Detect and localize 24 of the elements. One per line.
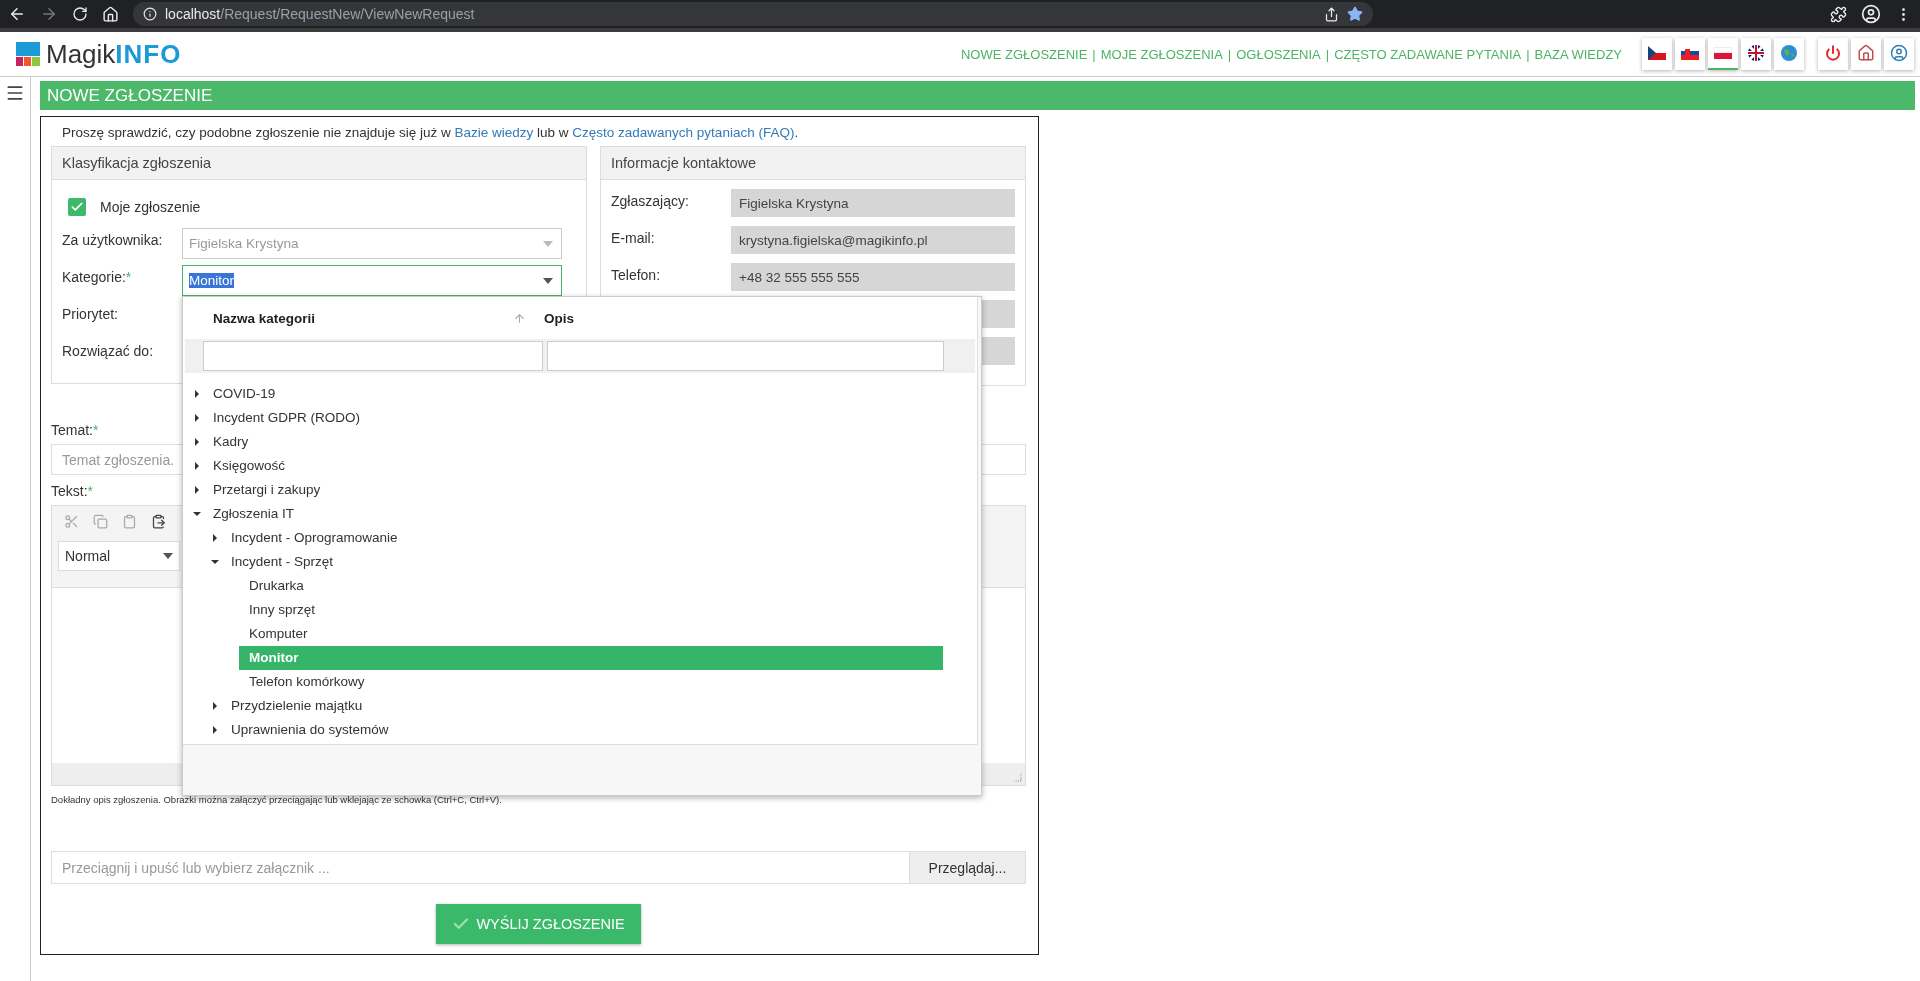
nav-separator: | xyxy=(1092,46,1096,62)
field-label: Telefon: xyxy=(611,266,662,283)
hint-text: Dokładny opis zgłoszenia. Obrazki można załączyć przeciągając lub wklejając ze schowka (Ctrl+C, Ctrl+V). xyxy=(51,794,503,805)
field-label: Zgłaszający: xyxy=(611,192,690,209)
field-label: Temat:* xyxy=(51,422,99,438)
checkbox-label: Moje zgłoszenie xyxy=(100,199,202,215)
notice-text: Proszę sprawdzić, czy podobne zgłoszenie nie znajduje się już w Bazie wiedzy lub w Często zadawanych pytaniach (FAQ). xyxy=(62,125,800,140)
panel-title: Informacje kontaktowe xyxy=(601,147,1025,180)
field-label: Tekst:* xyxy=(51,483,94,499)
logo-text: MagikINFO xyxy=(46,38,182,70)
readonly-field: krystyna.figielska@magikinfo.pl xyxy=(731,226,1015,254)
nav-separator: | xyxy=(1325,46,1330,62)
readonly-field: Figielska Krystyna xyxy=(731,189,1015,217)
readonly-field: +48 32 555 555 555 xyxy=(731,263,1015,291)
panel-title: Klasyfikacja zgłoszenia xyxy=(52,147,586,180)
page-title: NOWE ZGŁOSZENIE xyxy=(40,81,1915,110)
field-label: E-mail: xyxy=(611,229,656,246)
nav-separator: | xyxy=(1227,46,1232,62)
field-label: Rozwiązać do: xyxy=(62,342,155,359)
nav-separator: | xyxy=(1526,46,1530,62)
field-label: Za użytkownika: xyxy=(62,231,164,248)
field-label: Kategorie:* xyxy=(62,268,133,285)
field-label: Priorytet: xyxy=(62,305,119,322)
url-text: localhost/Request/RequestNew/ViewNewRequest xyxy=(165,6,475,22)
